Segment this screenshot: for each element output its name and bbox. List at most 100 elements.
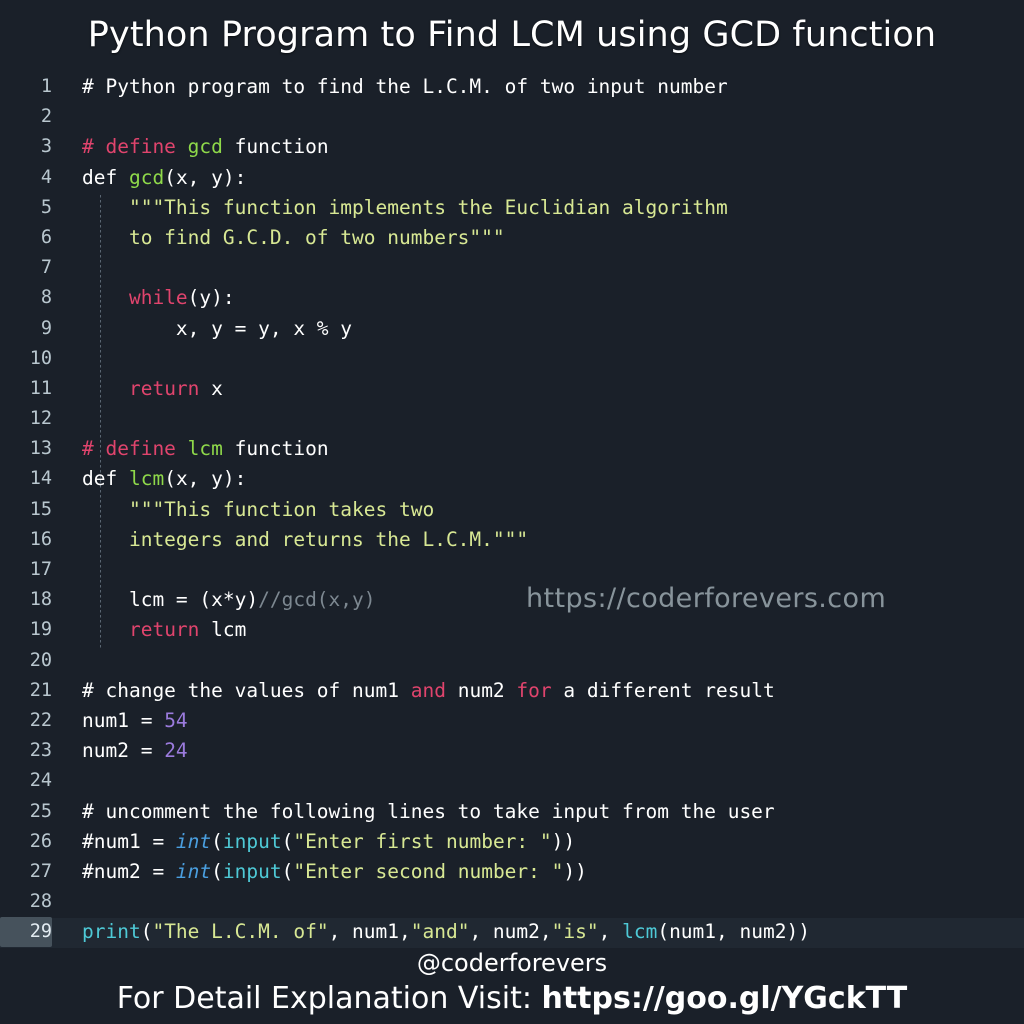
line-number: 4 [40, 166, 52, 188]
line-number: 1 [40, 76, 52, 97]
line-number: 14 [29, 468, 52, 490]
code-lines-container: 1 # Python program to find the L.C.M. of … [0, 72, 1024, 948]
code-line: 2 [0, 102, 1024, 132]
code-line-text: def gcd(x, y): [52, 163, 1024, 193]
code-token: # uncomment the following lines to take … [82, 799, 775, 823]
line-number: 20 [29, 649, 52, 671]
code-token: ( [211, 829, 223, 853]
code-line-text: # change the values of num1 and num2 for… [52, 676, 1024, 706]
code-token: , [598, 920, 623, 944]
code-token: lcm [187, 437, 223, 461]
code-token: while [128, 286, 188, 310]
code-line-text: #num1 = int(input("Enter first number: "… [52, 827, 1024, 857]
code-token: #num2 = [82, 859, 176, 883]
line-number: 16 [29, 528, 52, 550]
line-number: 29 [0, 917, 52, 948]
code-line: 28 [0, 887, 1024, 917]
line-number: 3 [40, 136, 52, 158]
code-line: 6 to find G.C.D. of two numbers""" [0, 223, 1024, 253]
code-line: 19 return lcm [0, 615, 1024, 645]
code-token: ( [281, 829, 294, 853]
code-token: gcd [187, 135, 223, 159]
code-snippet-image: Python Program to Find LCM using GCD fun… [0, 0, 1024, 1024]
code-line: 23 num2 = 24 [0, 736, 1024, 766]
code-token: "is" [551, 920, 599, 944]
code-line: 14 def lcm(x, y): [0, 464, 1024, 494]
line-number: 12 [29, 408, 52, 430]
code-line-text: #num2 = int(input("Enter second number: … [52, 857, 1024, 887]
code-token: (y): [187, 286, 235, 310]
line-number: 8 [40, 287, 52, 309]
code-token: x [199, 376, 223, 400]
code-line: 3 # define gcd function [0, 132, 1024, 162]
line-number: 25 [29, 800, 52, 822]
code-line: 27 #num2 = int(input("Enter second number… [0, 857, 1024, 887]
code-line: 24 [0, 766, 1024, 796]
code-token: , num2, [469, 920, 552, 944]
page-title: Python Program to Find LCM using GCD fun… [87, 15, 937, 55]
code-token: lcm [199, 618, 247, 642]
code-token: //gcd(x,y) [258, 588, 376, 612]
code-token: """This function implements the Euclidia… [82, 195, 728, 219]
line-number: 24 [29, 770, 52, 792]
line-number: 27 [29, 860, 52, 882]
code-line-text: # define lcm function [52, 434, 1024, 464]
code-editor: 1 # Python program to find the L.C.M. of … [0, 72, 1024, 950]
footer-cta: For Detail Explanation Visit: https://go… [117, 979, 908, 1019]
code-token: return [128, 376, 200, 400]
code-line: 18 lcm = (x*y)//gcd(x,y) [0, 585, 1024, 615]
code-line-text: # uncomment the following lines to take … [52, 797, 1024, 827]
code-token: int [175, 829, 212, 853]
code-line-text: return x [52, 374, 1024, 404]
code-token: "and" [410, 920, 470, 944]
line-number: 11 [29, 377, 52, 399]
code-token: and [410, 678, 446, 702]
code-token: "The L.C.M. of" [152, 920, 329, 944]
code-line-text: """This function takes two [52, 495, 1024, 525]
code-line: 15 """This function takes two [0, 495, 1024, 525]
code-line: 29 print("The L.C.M. of", num1,"and", num… [0, 917, 1024, 948]
code-line-text: lcm = (x*y)//gcd(x,y) [52, 585, 1024, 615]
code-line: 17 [0, 555, 1024, 585]
footer: @coderforevers For Detail Explanation Vi… [0, 948, 1024, 1024]
code-line: 11 return x [0, 374, 1024, 404]
code-line: 25 # uncomment the following lines to tak… [0, 797, 1024, 827]
footer-handle: @coderforevers [416, 949, 608, 977]
code-token: def [82, 467, 129, 491]
code-line: 5 """This function implements the Euclid… [0, 193, 1024, 223]
code-token: num1 = [82, 708, 165, 732]
line-number: 26 [29, 830, 52, 852]
code-line-text: num2 = 24 [52, 736, 1024, 766]
code-token: for [516, 678, 552, 702]
code-line: 21 # change the values of num1 and num2 f… [0, 676, 1024, 706]
code-token: lcm [128, 467, 165, 491]
code-line-text: def lcm(x, y): [52, 464, 1024, 494]
code-line-text: to find G.C.D. of two numbers""" [52, 223, 1024, 253]
code-line: 8 while(y): [0, 283, 1024, 313]
code-line: 13 # define lcm function [0, 434, 1024, 464]
code-token: # define [82, 437, 188, 461]
code-token: def [82, 165, 129, 189]
line-number: 22 [29, 709, 52, 731]
code-token: function [222, 135, 329, 159]
code-line: 9 x, y = y, x % y [0, 314, 1024, 344]
code-token: # Python program to find the L.C.M. of t… [82, 75, 728, 98]
code-token: gcd [128, 165, 165, 189]
code-token: )) [551, 829, 576, 853]
code-token: """This function takes two [82, 497, 435, 521]
code-token: #num1 = [82, 829, 176, 853]
line-number: 9 [40, 317, 52, 339]
line-number: 19 [29, 619, 52, 641]
title-bar: Python Program to Find LCM using GCD fun… [0, 0, 1024, 70]
code-token: 24 [164, 739, 188, 763]
line-number: 5 [40, 196, 52, 218]
code-token: ( [281, 859, 294, 883]
code-token: ( [140, 920, 153, 944]
code-token: a different result [551, 678, 775, 702]
